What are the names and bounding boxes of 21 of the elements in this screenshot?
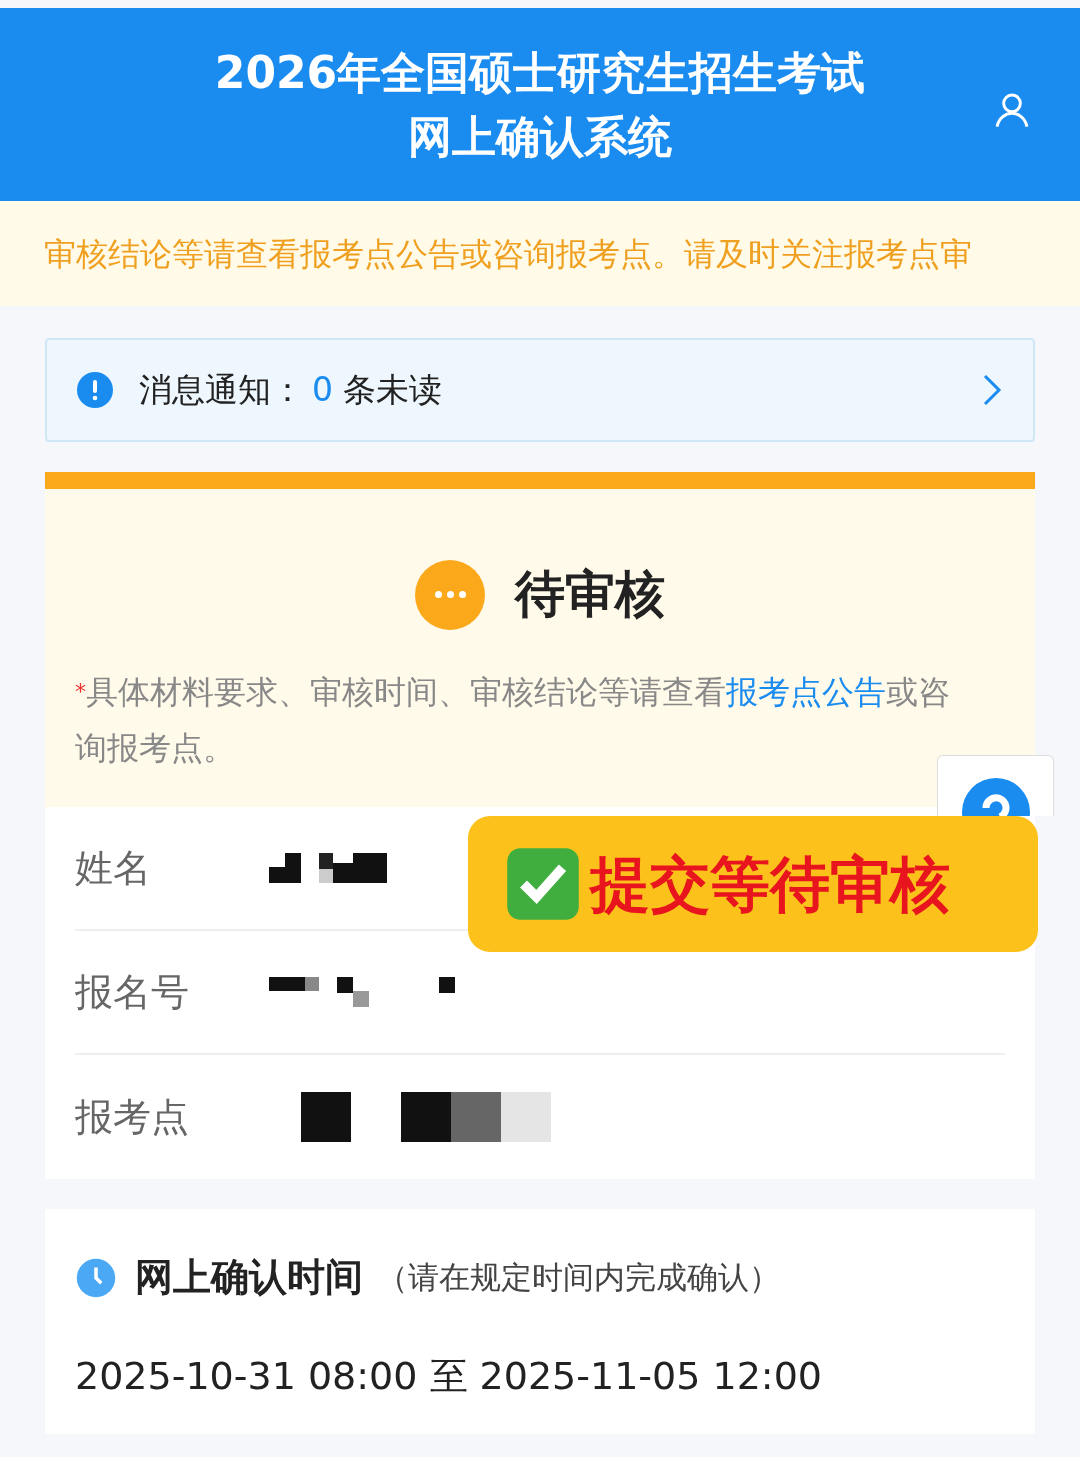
message-notice[interactable]: 消息通知： 0 条未读 (45, 338, 1035, 442)
chevron-right-icon (981, 373, 1003, 407)
clock-icon (75, 1256, 117, 1299)
unread-count: 0 (312, 369, 333, 412)
field-label: 报考点 (75, 1093, 190, 1141)
status-title: 待审核 (515, 564, 665, 625)
help-button[interactable] (937, 755, 1054, 816)
notice-label: 消息通知： (139, 369, 304, 412)
section-title: 网上确认时间 (135, 1254, 363, 1301)
check-mark-icon (504, 845, 582, 923)
page-title: 网上确认系统 (408, 109, 672, 164)
banner-text: 审核结论等请查看报考点公告或咨询报考点。请及时关注报考点审 (44, 233, 972, 275)
field-label: 姓名 (75, 844, 152, 892)
sticker-text: 提交等待审核 (590, 848, 950, 921)
notice-suffix: 条未读 (343, 369, 442, 412)
status-note: *具体材料要求、审核时间、审核结论等请查看报考点公告或咨询报考点。 (75, 672, 951, 769)
section-hint: （请在规定时间内完成确认） (377, 1258, 780, 1298)
page-title: 2026年全国硕士研究生招生考试 (214, 45, 866, 100)
field-label: 报名号 (75, 968, 190, 1016)
time-range: 2025-10-31 08:00 至 2025-11-05 12:00 (75, 1353, 823, 1400)
info-icon (77, 372, 113, 408)
